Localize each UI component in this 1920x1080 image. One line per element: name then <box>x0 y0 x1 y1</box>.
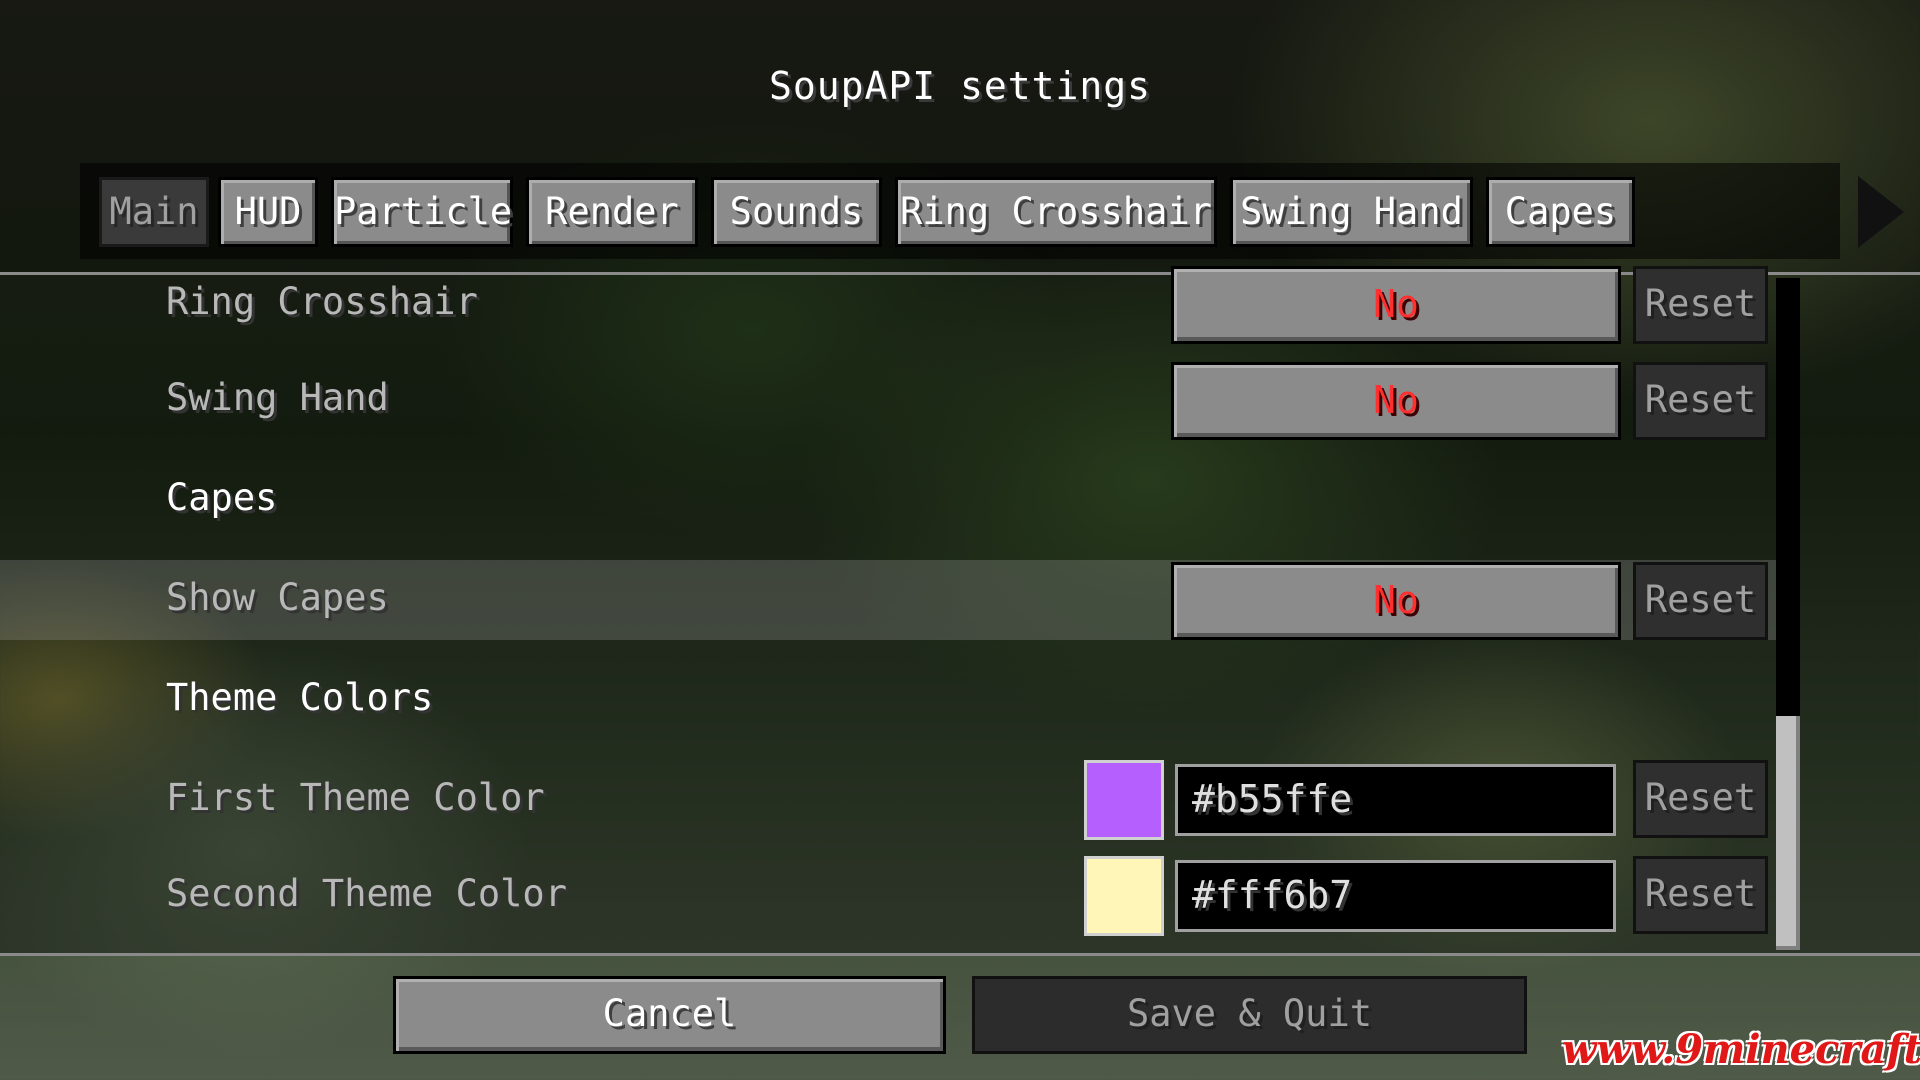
tab-hud[interactable]: HUD <box>218 177 318 247</box>
scrollbar-thumb[interactable] <box>1776 716 1800 950</box>
tab-capes[interactable]: Capes <box>1486 177 1635 247</box>
swing-hand-reset-button[interactable]: Reset <box>1633 362 1768 440</box>
second-theme-color-reset-button[interactable]: Reset <box>1633 856 1768 934</box>
first-theme-color-label: First Theme Color <box>166 776 545 819</box>
tab-main[interactable]: Main <box>99 177 209 247</box>
ring-crosshair-toggle[interactable]: No <box>1171 266 1621 344</box>
watermark-text: www.9minecraft.net <box>1562 1026 1920 1073</box>
first-theme-color-swatch[interactable] <box>1084 760 1164 840</box>
show-capes-toggle[interactable]: No <box>1171 562 1621 640</box>
second-theme-color-swatch[interactable] <box>1084 856 1164 936</box>
second-theme-color-input[interactable]: #fff6b7 <box>1175 860 1616 932</box>
tab-particle[interactable]: Particle <box>331 177 513 247</box>
ring-crosshair-label: Ring Crosshair <box>166 280 478 323</box>
theme-colors-section-heading: Theme Colors <box>166 676 434 719</box>
swing-hand-label: Swing Hand <box>166 376 389 419</box>
capes-section-heading: Capes <box>166 476 278 519</box>
save-and-quit-button[interactable]: Save & Quit <box>972 976 1527 1054</box>
tab-ring-crosshair[interactable]: Ring Crosshair <box>895 177 1217 247</box>
ring-crosshair-reset-button[interactable]: Reset <box>1633 266 1768 344</box>
tab-swing-hand[interactable]: Swing Hand <box>1230 177 1473 247</box>
bottom-divider <box>0 953 1920 956</box>
show-capes-label: Show Capes <box>166 576 389 619</box>
tab-sounds[interactable]: Sounds <box>711 177 882 247</box>
page-title: SoupAPI settings <box>768 64 1152 108</box>
first-theme-color-input[interactable]: #b55ffe <box>1175 764 1616 836</box>
tab-bar: Main HUD Particle Render Sounds Ring Cro… <box>80 163 1840 259</box>
tab-render[interactable]: Render <box>526 177 698 247</box>
cancel-button[interactable]: Cancel <box>393 976 946 1054</box>
show-capes-reset-button[interactable]: Reset <box>1633 562 1768 640</box>
scroll-tabs-right-icon[interactable] <box>1858 176 1904 248</box>
second-theme-color-label: Second Theme Color <box>166 872 567 915</box>
first-theme-color-reset-button[interactable]: Reset <box>1633 760 1768 838</box>
swing-hand-toggle[interactable]: No <box>1171 362 1621 440</box>
